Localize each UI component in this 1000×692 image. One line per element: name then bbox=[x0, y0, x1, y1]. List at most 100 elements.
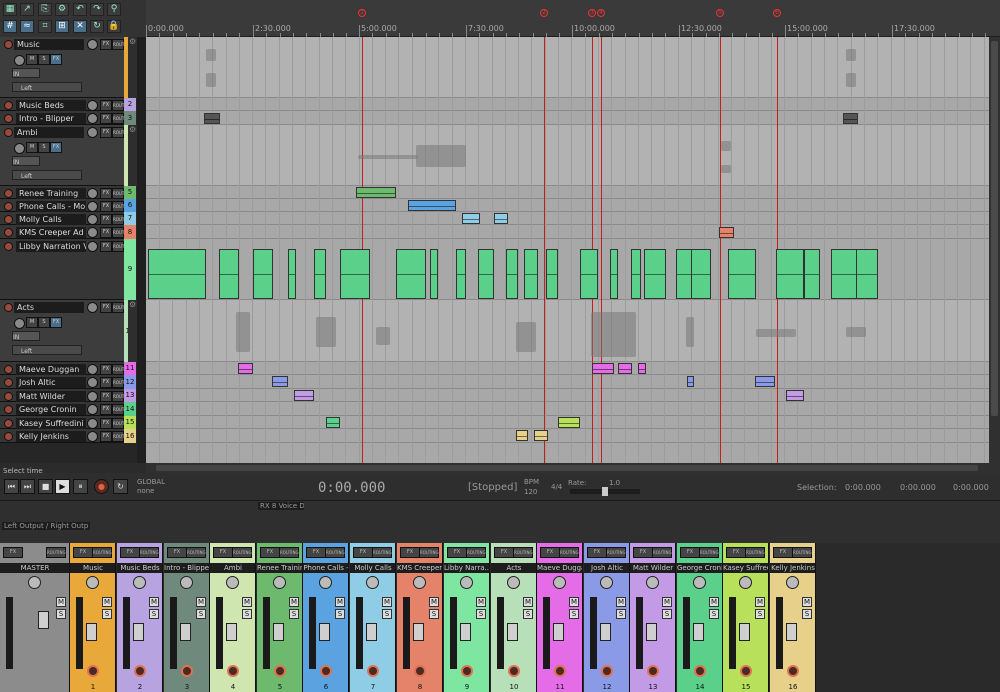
strip-name[interactable]: Kelly Jenkins bbox=[770, 563, 815, 573]
track-header[interactable]: KMS Creeper Ad FX ROUTE bbox=[0, 225, 127, 239]
mixer-strip[interactable]: FX ROUTING Music Beds M S 2 bbox=[117, 543, 163, 692]
strip-mute-button[interactable]: M bbox=[569, 597, 579, 607]
route-button[interactable]: ROUTE bbox=[112, 241, 127, 252]
mixer-strip[interactable]: FX ROUTING Phone Calls - M S 6 bbox=[303, 543, 349, 692]
mixer-strip[interactable]: FX ROUTING Kasey Suffred M S 15 bbox=[723, 543, 769, 692]
media-item[interactable] bbox=[288, 249, 296, 299]
strip-mute-button[interactable]: M bbox=[102, 597, 112, 607]
go-to-end-icon[interactable]: ⏭ bbox=[20, 479, 35, 494]
strip-routing-button[interactable]: ROUTING bbox=[559, 547, 579, 558]
record-arm-icon[interactable] bbox=[4, 215, 13, 224]
media-item[interactable] bbox=[776, 249, 804, 299]
undo-icon[interactable]: ↶ bbox=[73, 3, 87, 16]
media-item[interactable] bbox=[755, 376, 775, 387]
strip-solo-button[interactable]: S bbox=[662, 609, 672, 619]
mixer-strip[interactable]: FX ROUTING Maeve Dugga M S 11 bbox=[537, 543, 583, 692]
strip-pan-knob[interactable] bbox=[646, 576, 659, 589]
strip-record-arm-icon[interactable] bbox=[134, 665, 146, 677]
media-item[interactable] bbox=[408, 200, 456, 211]
track-header[interactable]: Kelly Jenkins FX ROUTE bbox=[0, 429, 127, 443]
track-lane[interactable] bbox=[146, 199, 989, 212]
media-item[interactable] bbox=[687, 376, 694, 387]
route-button[interactable]: ROUTE bbox=[112, 418, 127, 429]
channel-select[interactable]: Left bbox=[12, 170, 82, 180]
record-arm-icon[interactable] bbox=[4, 189, 13, 198]
strip-name[interactable]: Music Beds bbox=[117, 563, 162, 573]
pause-icon[interactable]: ⏸ bbox=[73, 479, 88, 494]
track-header[interactable]: Renee Training FX ROUTE bbox=[0, 186, 127, 199]
folder-gear-icon[interactable]: ⚙ bbox=[128, 125, 137, 186]
vertical-scrollbar[interactable] bbox=[989, 37, 1000, 463]
track-name[interactable]: Acts bbox=[14, 302, 84, 313]
strip-fx-button[interactable]: FX bbox=[494, 547, 514, 558]
track-name[interactable]: Music Beds bbox=[16, 100, 86, 111]
strip-solo-button[interactable]: S bbox=[289, 609, 299, 619]
media-item[interactable] bbox=[506, 249, 518, 299]
volume-knob[interactable] bbox=[87, 227, 98, 238]
track-number[interactable]: 7 bbox=[124, 212, 136, 225]
record-arm-icon[interactable] bbox=[4, 392, 13, 401]
track-number[interactable]: 11 bbox=[124, 362, 136, 375]
track-lane[interactable] bbox=[146, 212, 989, 225]
strip-number[interactable]: 3 bbox=[164, 682, 209, 692]
strip-fx-button[interactable]: FX bbox=[540, 547, 560, 558]
media-item[interactable] bbox=[148, 249, 206, 299]
media-item[interactable] bbox=[314, 249, 326, 299]
strip-solo-button[interactable]: S bbox=[755, 609, 765, 619]
strip-routing-button[interactable]: ROUTING bbox=[652, 547, 672, 558]
track-name[interactable]: Renee Training bbox=[16, 188, 86, 199]
strip-pan-knob[interactable] bbox=[507, 576, 520, 589]
volume-fader[interactable] bbox=[133, 623, 144, 641]
strip-name[interactable]: Josh Altic bbox=[584, 563, 629, 573]
mixer-strip[interactable]: FX ROUTING Libby Narra..1 M S 9 bbox=[444, 543, 490, 692]
fx-button[interactable]: FX bbox=[100, 377, 112, 388]
strip-name[interactable]: Intro - Blipper bbox=[164, 563, 209, 573]
strip-pan-knob[interactable] bbox=[180, 576, 193, 589]
strip-pan-knob[interactable] bbox=[28, 576, 41, 589]
media-item[interactable] bbox=[253, 249, 273, 299]
track-lane[interactable] bbox=[146, 429, 989, 443]
media-item[interactable] bbox=[238, 363, 253, 374]
volume-knob[interactable] bbox=[87, 201, 98, 212]
strip-pan-knob[interactable] bbox=[273, 576, 286, 589]
strip-routing-button[interactable]: ROUTING bbox=[792, 547, 812, 558]
track-lane[interactable] bbox=[146, 37, 989, 98]
route-button[interactable]: ROUTE bbox=[112, 404, 127, 415]
record-arm-icon[interactable] bbox=[4, 432, 13, 441]
strip-pan-knob[interactable] bbox=[413, 576, 426, 589]
route-button[interactable]: ROUTE bbox=[112, 431, 127, 442]
strip-routing-button[interactable]: ROUTING bbox=[279, 547, 299, 558]
volume-knob[interactable] bbox=[87, 188, 98, 199]
media-item[interactable] bbox=[326, 417, 340, 428]
strip-solo-button[interactable]: S bbox=[709, 609, 719, 619]
crossfade-icon[interactable]: ✕ bbox=[73, 20, 87, 33]
media-item[interactable] bbox=[534, 430, 548, 441]
strip-fx-button[interactable]: FX bbox=[680, 547, 700, 558]
strip-routing-button[interactable]: ROUTING bbox=[513, 547, 533, 558]
strip-solo-button[interactable]: S bbox=[335, 609, 345, 619]
lock-icon[interactable]: 🔒 bbox=[107, 20, 121, 33]
route-button[interactable]: ROUTE bbox=[112, 100, 127, 111]
fx-button[interactable]: FX bbox=[100, 404, 112, 415]
record-arm-icon[interactable] bbox=[4, 242, 13, 251]
track-name[interactable]: Matt Wilder bbox=[16, 391, 86, 402]
project-marker[interactable]: 6 bbox=[773, 9, 781, 17]
strip-number[interactable]: 14 bbox=[677, 682, 722, 692]
project-marker[interactable]: 5 bbox=[716, 9, 724, 17]
track-name[interactable]: Intro - Blipper bbox=[16, 113, 86, 124]
route-button[interactable]: ROUTE bbox=[112, 377, 127, 388]
media-item[interactable] bbox=[644, 249, 666, 299]
rate-slider[interactable] bbox=[570, 487, 640, 496]
strip-routing-button[interactable]: ROUTING bbox=[419, 547, 439, 558]
strip-pan-knob[interactable] bbox=[460, 576, 473, 589]
record-arm-icon[interactable] bbox=[4, 128, 13, 137]
selection-end[interactable]: 0:00.000 bbox=[900, 483, 936, 492]
strip-name[interactable]: Molly Calls bbox=[350, 563, 395, 573]
strip-name[interactable]: George Croni bbox=[677, 563, 722, 573]
route-button[interactable]: ROUTE bbox=[112, 214, 127, 225]
track-header[interactable]: Josh Altic FX ROUTE bbox=[0, 375, 127, 389]
mixer-strip[interactable]: FX ROUTING George Croni M S 14 bbox=[677, 543, 723, 692]
timeline-ruler[interactable]: 0:00.000 2:30.000 5:00.000 7:30.000 10:00.00… bbox=[146, 0, 1000, 37]
volume-fader[interactable] bbox=[180, 623, 191, 641]
strip-routing-button[interactable]: ROUTING bbox=[232, 547, 252, 558]
